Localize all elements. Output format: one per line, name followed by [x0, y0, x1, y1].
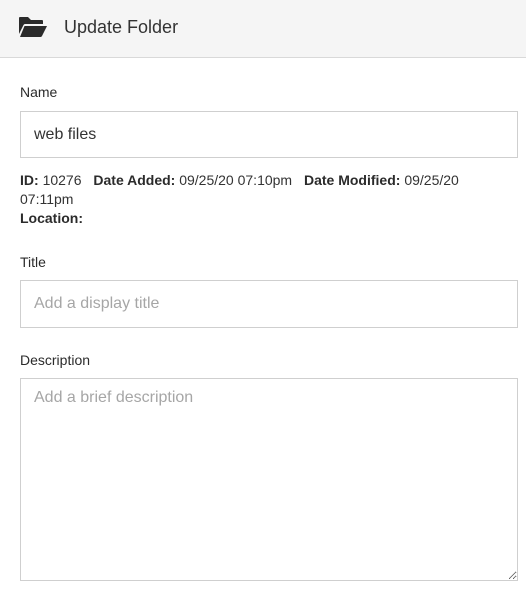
date-added-value: 09/25/20 07:10pm: [179, 172, 293, 188]
id-label: ID:: [20, 172, 39, 188]
description-textarea[interactable]: [20, 378, 518, 581]
folder-open-icon: [18, 16, 48, 38]
folder-metadata: ID: 10276 Date Added: 09/25/20 07:10pm D…: [20, 171, 490, 228]
dialog-header: Update Folder: [0, 0, 526, 58]
title-input[interactable]: [20, 280, 518, 328]
name-input[interactable]: [20, 111, 518, 158]
date-modified-label: Date Modified:: [303, 172, 401, 188]
id-value: 10276: [42, 172, 82, 188]
date-added-label: Date Added:: [93, 172, 176, 188]
description-label: Description: [20, 352, 91, 368]
title-label: Title: [20, 254, 46, 270]
name-label: Name: [20, 84, 58, 100]
location-label: Location:: [20, 210, 83, 226]
dialog-title: Update Folder: [64, 17, 179, 37]
